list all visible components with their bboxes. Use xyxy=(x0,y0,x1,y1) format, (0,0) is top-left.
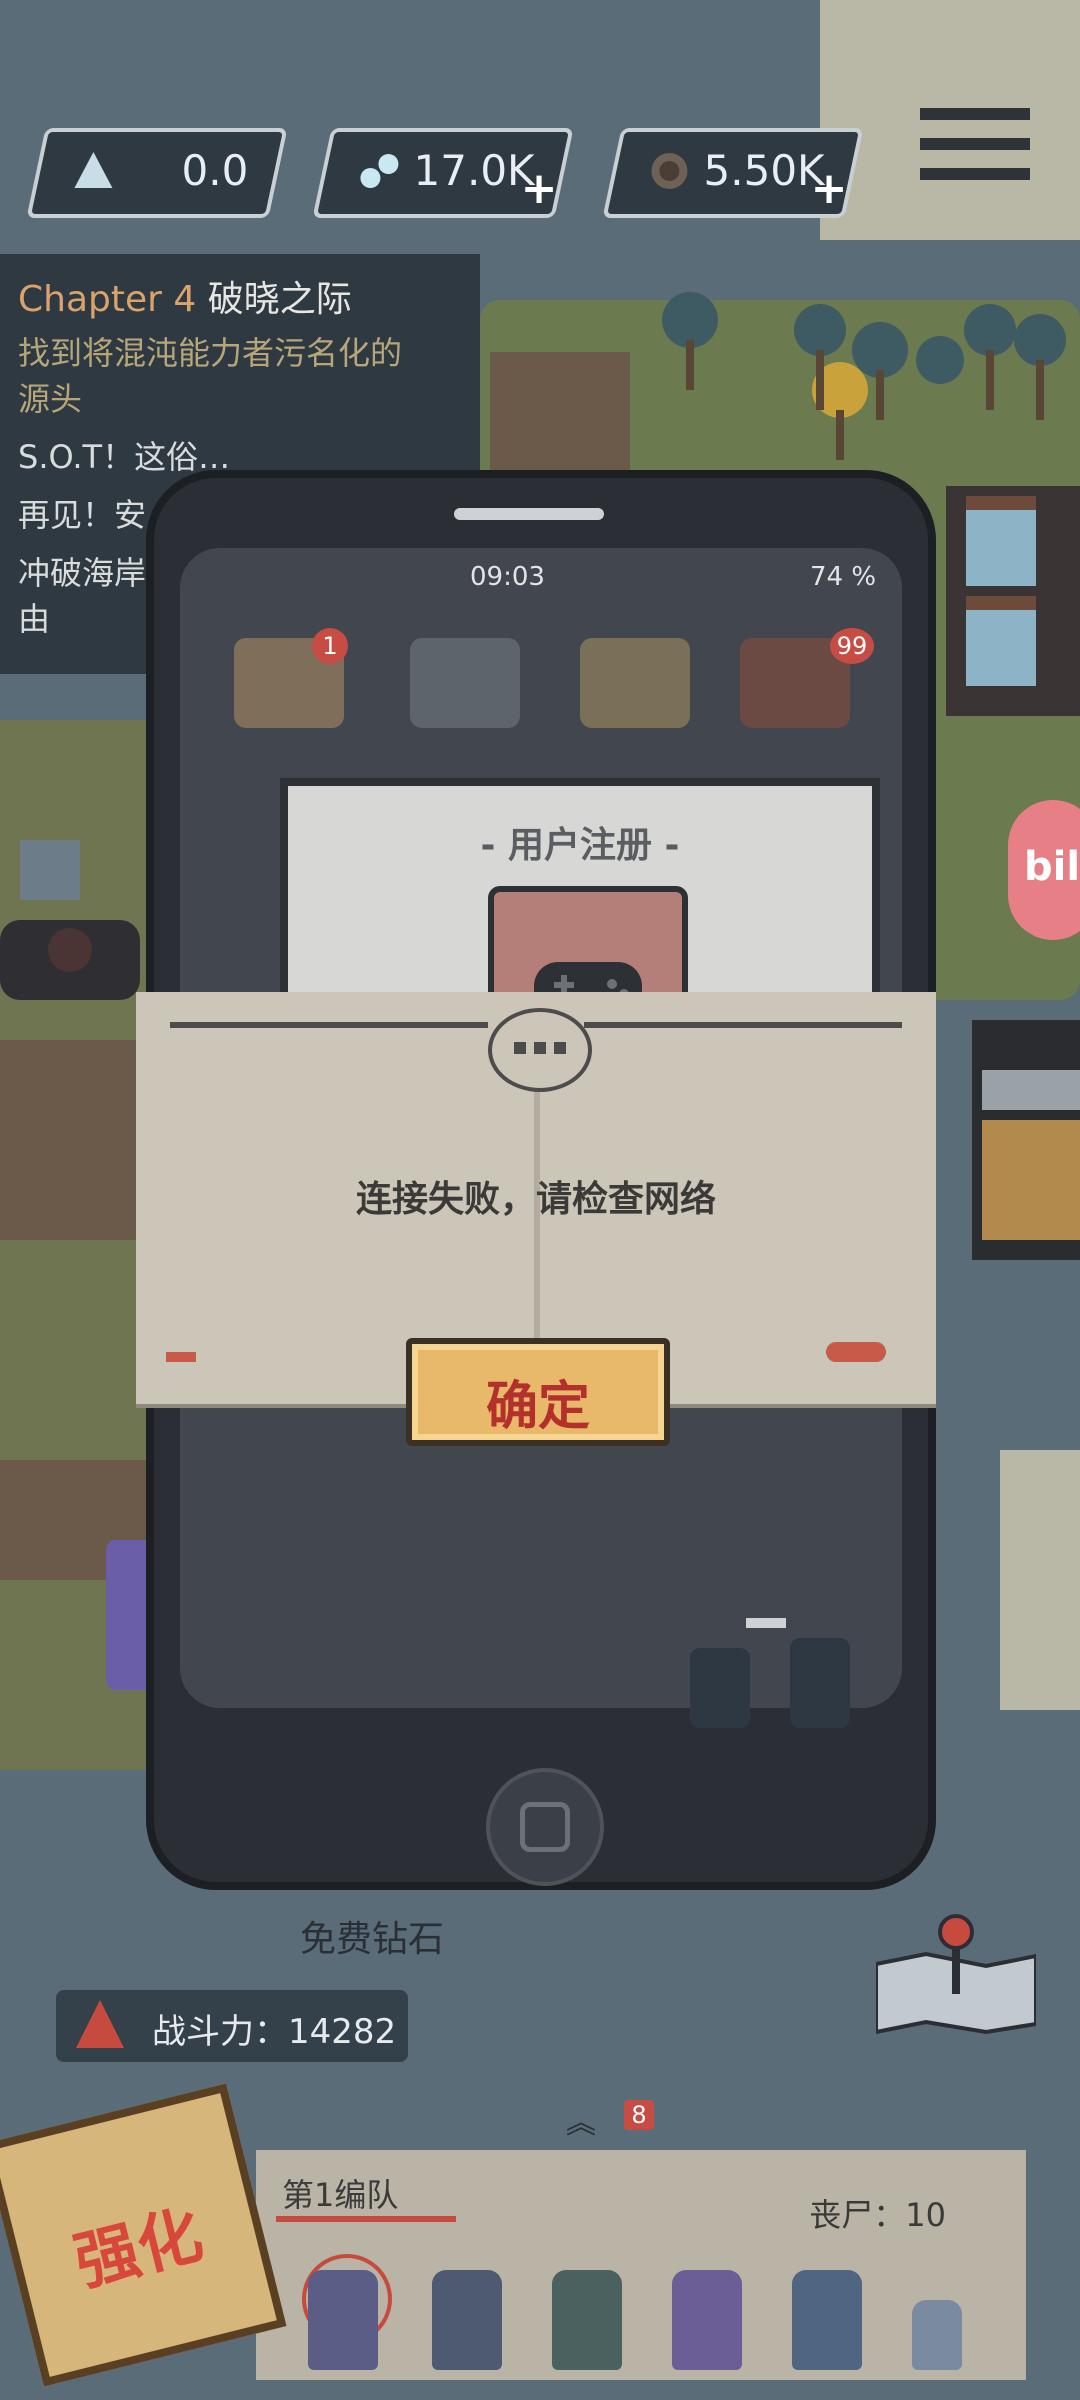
team-underline xyxy=(276,2216,456,2222)
add-coin-button[interactable]: + xyxy=(810,167,848,211)
expand-chevron-icon[interactable]: ︽ xyxy=(566,2098,626,2141)
phone-time: 09:03 xyxy=(470,562,545,592)
dialog-divider xyxy=(170,1022,488,1028)
team-notification-badge: 8 xyxy=(624,2100,654,2130)
home-square-icon xyxy=(520,1802,570,1852)
add-bottle-button[interactable]: + xyxy=(520,167,558,211)
resource-triangle-value: 0.0 xyxy=(181,146,249,195)
team-character[interactable] xyxy=(552,2270,622,2370)
combat-power: 战斗力：14282 xyxy=(56,1990,408,2062)
phone-speaker xyxy=(454,508,604,520)
dialog-message: 连接失败，请检查网络 xyxy=(355,1179,716,1220)
bilibili-button[interactable]: bili xyxy=(1008,800,1080,940)
quest-line: 源头 xyxy=(18,380,83,418)
resource-triangle[interactable]: 0.0 xyxy=(26,128,288,218)
team-character[interactable] xyxy=(672,2270,742,2370)
blood-splatter xyxy=(166,1352,196,1362)
tree-cluster xyxy=(662,292,1066,460)
dots-icon xyxy=(488,1008,592,1092)
free-diamond-link[interactable]: 免费钻石 xyxy=(300,1910,444,1962)
chapter-label: Chapter 4 xyxy=(18,279,197,320)
team-character[interactable] xyxy=(308,2270,378,2370)
triangle-icon xyxy=(74,152,113,188)
zombie-count: 丧尸：10 xyxy=(809,2196,946,2234)
app-icon[interactable] xyxy=(410,638,520,728)
notification-badge: 99 xyxy=(830,628,874,664)
chapter-title: 破晓之际 xyxy=(207,279,352,320)
map-sand-corner xyxy=(1000,1450,1080,1710)
team-pet[interactable] xyxy=(912,2300,962,2370)
map-dirt-patch xyxy=(490,352,630,482)
team-title: 第1编队 xyxy=(282,2176,399,2214)
team-character[interactable] xyxy=(432,2270,502,2370)
menu-icon[interactable] xyxy=(920,108,1030,188)
phone-battery: 74 % xyxy=(810,562,877,592)
vending-machine xyxy=(972,1020,1080,1260)
coin-icon xyxy=(651,153,688,189)
warning-icon xyxy=(76,2000,124,2048)
water-tank-building xyxy=(946,486,1080,716)
robot-structure xyxy=(0,840,140,1000)
app-icon[interactable] xyxy=(580,638,690,728)
team-panel[interactable]: 第1编队 丧尸：10 xyxy=(256,2150,1026,2380)
quest-line: 找到将混沌能力者污名化的 xyxy=(18,334,403,372)
confirm-label: 确定 xyxy=(485,1377,590,1437)
strengthen-label: 强化 xyxy=(67,2198,210,2301)
resource-bottle-value: 17.0K xyxy=(413,146,535,195)
resource-coin-value: 5.50K xyxy=(703,146,825,195)
phone-home-button[interactable] xyxy=(486,1768,604,1886)
dialog-divider xyxy=(584,1022,902,1028)
confirm-button[interactable]: 确定 xyxy=(406,1338,670,1446)
notification-badge: 1 xyxy=(312,628,348,664)
blood-splatter xyxy=(826,1342,886,1362)
map-icon[interactable] xyxy=(876,1914,1036,2034)
registration-title: - 用户注册 - xyxy=(480,825,680,866)
bottle-icon xyxy=(360,154,399,188)
zombie-characters xyxy=(690,1618,850,1728)
bili-label: bili xyxy=(1024,844,1080,890)
combat-power-label: 战斗力：14282 xyxy=(152,2012,397,2052)
team-character[interactable] xyxy=(792,2270,862,2370)
